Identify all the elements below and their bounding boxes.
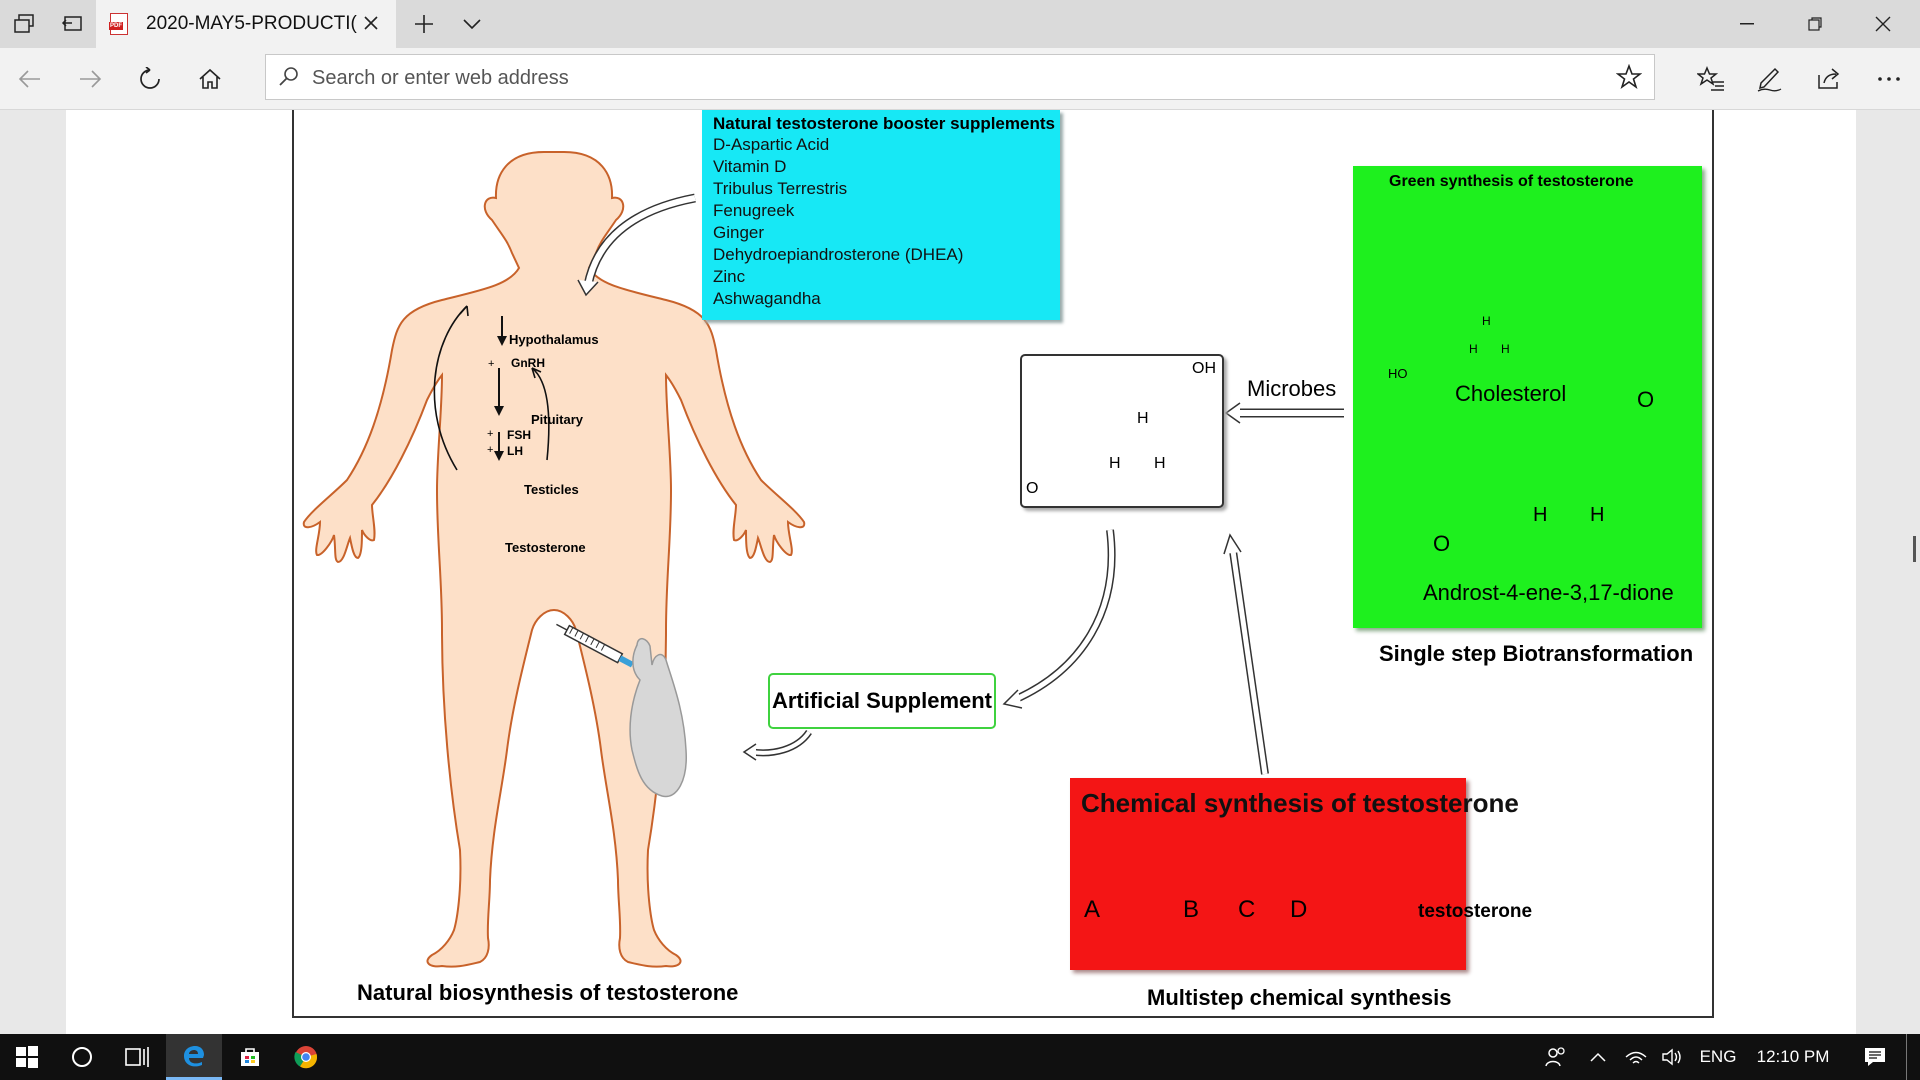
windows-start-icon[interactable] — [0, 1034, 54, 1080]
o-label: O — [1026, 480, 1039, 497]
plus-sign: + — [487, 444, 494, 456]
androstenedione-label: Androst-4-ene-3,17-dione — [1423, 580, 1674, 605]
show-desktop-button[interactable] — [1906, 1034, 1911, 1080]
people-icon[interactable] — [1536, 1034, 1576, 1080]
list-item: Dehydroepiandrosterone (DHEA) — [713, 245, 964, 264]
pdf-file-icon: PDF — [109, 13, 128, 35]
plus-sign: + — [488, 358, 495, 370]
action-center-icon[interactable] — [1850, 1034, 1900, 1080]
list-item: Ginger — [713, 223, 765, 242]
tab-preview-chevron-icon[interactable] — [456, 8, 488, 40]
cortana-search-icon[interactable] — [54, 1034, 110, 1080]
volume-icon[interactable] — [1654, 1034, 1690, 1080]
back-icon[interactable] — [12, 61, 48, 97]
testosterone-figure: Natural testosterone booster supplements… — [292, 110, 1716, 1020]
set-aside-tabs-icon[interactable] — [56, 8, 88, 40]
natural-biosynthesis-caption: Natural biosynthesis of testosterone — [357, 980, 739, 1005]
tab-strip: PDF 2020-MAY5-PRODUCTI( — [0, 0, 1920, 48]
tab-overview-icon[interactable] — [8, 8, 40, 40]
task-view-icon[interactable] — [110, 1034, 166, 1080]
green-synthesis-box: Green synthesis of testosterone HO H H H… — [1353, 166, 1702, 628]
step-d-label: D — [1290, 896, 1308, 923]
h-label: H — [1590, 504, 1605, 526]
list-item: Zinc — [713, 267, 746, 286]
minimize-icon[interactable] — [1713, 0, 1781, 48]
chrome-icon[interactable] — [278, 1034, 334, 1080]
h-label: H — [1533, 504, 1548, 526]
new-tab-icon[interactable] — [408, 8, 440, 40]
wifi-icon[interactable] — [1618, 1034, 1654, 1080]
chemical-synthesis-box: Chemical synthesis of testosterone A B C… — [1070, 778, 1532, 970]
language-indicator[interactable]: ENG — [1694, 1034, 1742, 1080]
pen-notes-icon[interactable] — [1751, 61, 1787, 97]
hypothalamus-label: Hypothalamus — [509, 332, 599, 347]
multistep-caption: Multistep chemical synthesis — [1147, 985, 1452, 1010]
supplements-heading: Natural testosterone booster supplements — [713, 114, 1055, 133]
edge-taskbar-icon[interactable] — [166, 1034, 222, 1080]
lh-label: LH — [507, 444, 523, 458]
cholesterol-label: Cholesterol — [1455, 381, 1567, 406]
list-item: Fenugreek — [713, 201, 795, 220]
fsh-label: FSH — [507, 428, 531, 442]
close-tab-icon[interactable] — [358, 10, 384, 36]
tab-title: 2020-MAY5-PRODUCTI( — [146, 13, 357, 34]
single-step-caption: Single step Biotransformation — [1379, 641, 1694, 666]
green-synthesis-heading: Green synthesis of testosterone — [1389, 173, 1634, 190]
oh-label: OH — [1192, 360, 1216, 377]
step-c-label: C — [1238, 896, 1256, 923]
search-icon — [278, 65, 300, 92]
list-item: Vitamin D — [713, 157, 787, 176]
show-hidden-icons-chevron-icon[interactable] — [1582, 1034, 1614, 1080]
favorites-hub-icon[interactable] — [1693, 61, 1729, 97]
add-favorite-star-icon[interactable] — [1615, 63, 1643, 95]
forward-icon[interactable] — [72, 61, 108, 97]
supplements-box: Natural testosterone booster supplements… — [702, 110, 1060, 320]
chemical-synthesis-heading: Chemical synthesis of testosterone — [1081, 788, 1519, 818]
step-b-label: B — [1183, 896, 1200, 923]
pituitary-label: Pituitary — [531, 412, 584, 427]
testosterone-axis-label: Testosterone — [505, 540, 586, 555]
step-a-label: A — [1084, 896, 1101, 923]
ho-label: HO — [1388, 366, 1408, 381]
supplements-list: D-Aspartic Acid Vitamin D Tribulus Terre… — [702, 134, 1060, 310]
h-label: H — [1137, 410, 1149, 427]
h-label: H — [1482, 314, 1491, 328]
store-icon[interactable] — [222, 1034, 278, 1080]
close-window-icon[interactable] — [1849, 0, 1917, 48]
list-item: D-Aspartic Acid — [713, 135, 830, 154]
clock[interactable]: 12:10 PM — [1748, 1034, 1838, 1080]
o-label: O — [1637, 387, 1655, 412]
list-item: Tribulus Terrestris — [713, 179, 848, 198]
product-label: testosterone — [1418, 901, 1533, 922]
home-icon[interactable] — [192, 61, 228, 97]
taskbar: ENG 12:10 PM — [0, 1034, 1920, 1080]
scrollbar-thumb[interactable] — [1913, 536, 1916, 562]
artificial-supplement-box: Artificial Supplement — [768, 673, 996, 729]
active-tab[interactable]: PDF 2020-MAY5-PRODUCTI( — [96, 0, 396, 48]
testicles-label: Testicles — [524, 482, 579, 497]
list-item: Ashwagandha — [713, 289, 821, 308]
h-label: H — [1109, 455, 1121, 472]
h-label: H — [1501, 342, 1510, 356]
restore-icon[interactable] — [1781, 0, 1849, 48]
h-label: H — [1469, 342, 1478, 356]
more-menu-icon[interactable] — [1871, 61, 1907, 97]
o-label: O — [1433, 531, 1451, 556]
h-label: H — [1154, 455, 1166, 472]
address-input[interactable] — [310, 61, 1564, 95]
refresh-icon[interactable] — [132, 61, 168, 97]
plus-sign: + — [487, 428, 494, 440]
navigation-toolbar — [0, 48, 1920, 110]
address-bar[interactable] — [265, 54, 1655, 100]
microbes-label: Microbes — [1247, 376, 1337, 401]
share-icon[interactable] — [1811, 61, 1847, 97]
gnrh-label: GnRH — [511, 356, 545, 370]
